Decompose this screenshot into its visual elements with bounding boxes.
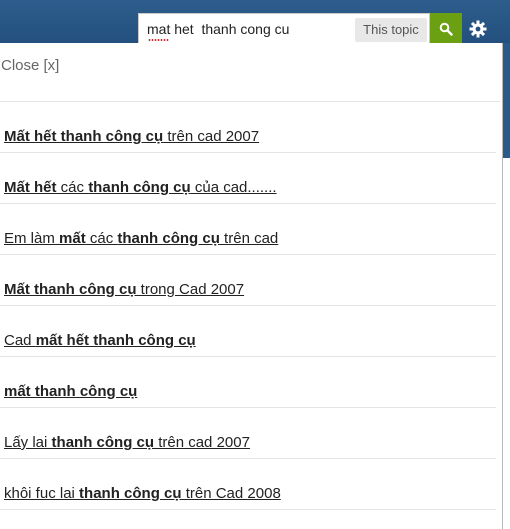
result-match-text: thanh công cụ (88, 179, 191, 196)
result-link[interactable]: Mất thanh công cụ trong Cad 2007 (4, 281, 244, 298)
list-item: mất thanh công cụ (0, 357, 496, 408)
list-item: Cad mất hết thanh công cụ (0, 306, 496, 357)
result-text: của cad....... (190, 179, 277, 196)
list-item: Mất thanh công cụ trong Cad 2007 (0, 255, 496, 306)
result-link[interactable]: mất thanh công cụ (4, 383, 137, 400)
result-link[interactable]: Mất hết các thanh công cụ của cad....... (4, 179, 277, 196)
background-strip (503, 43, 510, 158)
search-box: This topic (138, 13, 430, 44)
result-link[interactable]: Cad mất hết thanh công cụ (4, 332, 196, 349)
result-link[interactable]: Lấy lai thanh công cụ trên cad 2007 (4, 434, 250, 451)
result-text: Cad (4, 332, 36, 349)
result-text: trên cad 2007 (154, 434, 250, 451)
spellcheck-underline (148, 39, 169, 41)
result-text: trong Cad 2007 (136, 281, 245, 298)
result-link[interactable]: Mất hết thanh công cụ trên cad 2007 (4, 128, 259, 145)
result-text: trên cad (219, 230, 279, 247)
search-input[interactable] (147, 19, 347, 39)
result-match-text: mất (59, 230, 86, 247)
results-list: Mất hết thanh công cụ trên cad 2007 Mất h… (0, 102, 496, 510)
settings-button[interactable] (466, 17, 490, 41)
result-match-text: mất hết thanh công cụ (35, 332, 196, 349)
result-match-text: thanh công cụ (79, 485, 182, 502)
result-link[interactable]: Em làm mất các thanh công cụ trên cad (4, 230, 278, 247)
list-item: Mất hết thanh công cụ trên cad 2007 (0, 102, 496, 153)
scope-button[interactable]: This topic (355, 18, 427, 42)
search-button[interactable] (430, 13, 462, 44)
close-button[interactable]: Close [x] (1, 57, 59, 74)
result-text: các (85, 230, 118, 247)
result-text: Lấy lai (4, 434, 52, 451)
result-match-text: Mất hết thanh công cụ (4, 128, 164, 145)
result-match-text: Mất thanh công cụ (4, 281, 137, 298)
result-text: trên cad 2007 (163, 128, 260, 145)
list-item: khôi fuc lai thanh công cụ trên Cad 2008 (0, 459, 496, 510)
list-item: Mất hết các thanh công cụ của cad....... (0, 153, 496, 204)
result-match-text: thanh công cụ (117, 230, 220, 247)
list-item: Em làm mất các thanh công cụ trên cad (0, 204, 496, 255)
result-text: Em làm (4, 230, 60, 247)
gear-icon (469, 20, 487, 38)
result-match-text: mất thanh công cụ (4, 383, 138, 400)
list-item: Lấy lai thanh công cụ trên cad 2007 (0, 408, 496, 459)
result-text: khôi fuc lai (4, 485, 80, 502)
result-text: trên Cad 2008 (181, 485, 281, 502)
result-text: các (56, 179, 89, 196)
result-link[interactable]: khôi fuc lai thanh công cụ trên Cad 2008 (4, 485, 281, 502)
search-icon (439, 22, 453, 36)
search-results-panel: Close [x] Mất hết thanh công cụ trên cad… (0, 43, 503, 529)
result-match-text: Mất hết (4, 179, 57, 196)
result-match-text: thanh công cụ (51, 434, 155, 451)
